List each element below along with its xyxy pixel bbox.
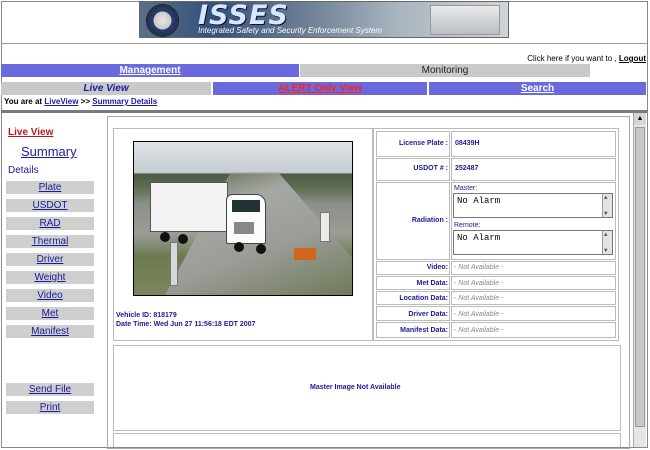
wheel-shape [178,234,188,244]
sidebar-summary-link[interactable]: Summary [21,144,77,159]
breadcrumb-prefix: You are at [4,97,43,106]
truck-grille-shape [234,222,254,234]
video-label: Video: [426,264,448,271]
license-plate-value: 08439H [455,140,480,147]
section-divider [1,110,647,113]
wheel-shape [256,244,266,254]
scrollbar-thumb[interactable] [635,127,645,427]
met-data-label: Met Data: [416,280,448,287]
sidebar-item-weight[interactable]: Weight [6,271,94,284]
remote-radiation-textarea[interactable]: No Alarm [453,230,613,255]
tab-monitoring[interactable]: Monitoring [300,64,590,77]
manifest-data-value: - Not Available - [454,327,504,334]
portal-post-shape [170,242,178,286]
met-data-value: - Not Available - [454,280,504,287]
kentucky-seal-icon [146,4,179,37]
logout-link[interactable]: Logout [619,54,646,63]
header-divider [1,43,647,44]
sidebar-item-rad[interactable]: RAD [6,217,94,230]
logout-line: Click here if you want to , Logout [527,54,646,63]
subtab-alert-only-view[interactable]: ALERT Only View [213,82,427,95]
master-radiation-textarea[interactable]: No Alarm [453,193,613,218]
vehicle-datetime: Date Time: Wed Jun 27 11:56:18 EDT 2007 [116,321,256,328]
sidebar-item-thermal[interactable]: Thermal [6,235,94,248]
subtab-live-view[interactable]: Live View [1,82,211,95]
truck-window-shape [232,200,260,212]
master-image-status: Master Image Not Available [310,384,401,391]
banner-truck-image [430,5,500,35]
vehicle-photo [133,141,353,296]
bottom-panel [113,433,621,447]
master-textarea-scrollbar[interactable] [602,194,612,217]
master-radiation-value: No Alarm [457,196,501,206]
driver-data-value: - Not Available - [454,311,504,318]
driver-data-label: Driver Data: [408,311,448,318]
send-file-button[interactable]: Send File [6,383,94,396]
isses-banner: ISSES Integrated Safety and Security Enf… [139,1,509,38]
master-label: Master: [454,185,478,192]
usdot-label: USDOT # : [413,165,448,172]
location-data-label: Location Data: [399,295,448,302]
usdot-value: 252487 [455,165,479,172]
sidebar-item-plate[interactable]: Plate [6,181,94,194]
remote-radiation-value: No Alarm [457,233,501,243]
banner-subtitle: Integrated Safety and Security Enforceme… [198,26,383,35]
breadcrumb-current[interactable]: Summary Details [92,97,157,106]
print-button[interactable]: Print [6,401,94,414]
subtab-search[interactable]: Search [429,82,646,95]
sidebar-item-manifest[interactable]: Manifest [6,325,94,338]
remote-textarea-scrollbar[interactable] [602,231,612,254]
sidebar-details-heading: Details [8,165,39,176]
tab-management[interactable]: Management [1,64,299,77]
license-plate-label: License Plate : [398,140,448,147]
manifest-data-label: Manifest Data: [400,327,448,334]
portal-post-shape [320,212,330,242]
location-data-value: - Not Available - [454,295,504,302]
breadcrumb-separator: >> [80,97,90,106]
remote-label: Remote: [454,222,481,229]
wheel-shape [234,242,244,252]
vehicle-id: Vehicle ID: 818179 [116,312,177,319]
wheel-shape [160,232,170,242]
breadcrumb: You are at LiveView >> Summary Details [4,97,157,106]
radiation-label: Radiation : [411,217,448,224]
sidebar-item-video[interactable]: Video [6,289,94,302]
sidebar-item-met[interactable]: Met [6,307,94,320]
orange-barrier-shape [294,248,316,260]
sidebar-live-view-link[interactable]: Live View [8,127,53,138]
video-value: - Not Available - [454,264,504,271]
sidebar-item-driver[interactable]: Driver [6,253,94,266]
page-scrollbar[interactable]: ▲ [633,113,646,447]
sidebar-item-usdot[interactable]: USDOT [6,199,94,212]
breadcrumb-liveview-link[interactable]: LiveView [44,97,78,106]
scroll-up-arrow-icon[interactable]: ▲ [634,113,646,125]
truck-trailer-shape [150,182,228,232]
logout-prompt: Click here if you want to , [527,54,617,63]
